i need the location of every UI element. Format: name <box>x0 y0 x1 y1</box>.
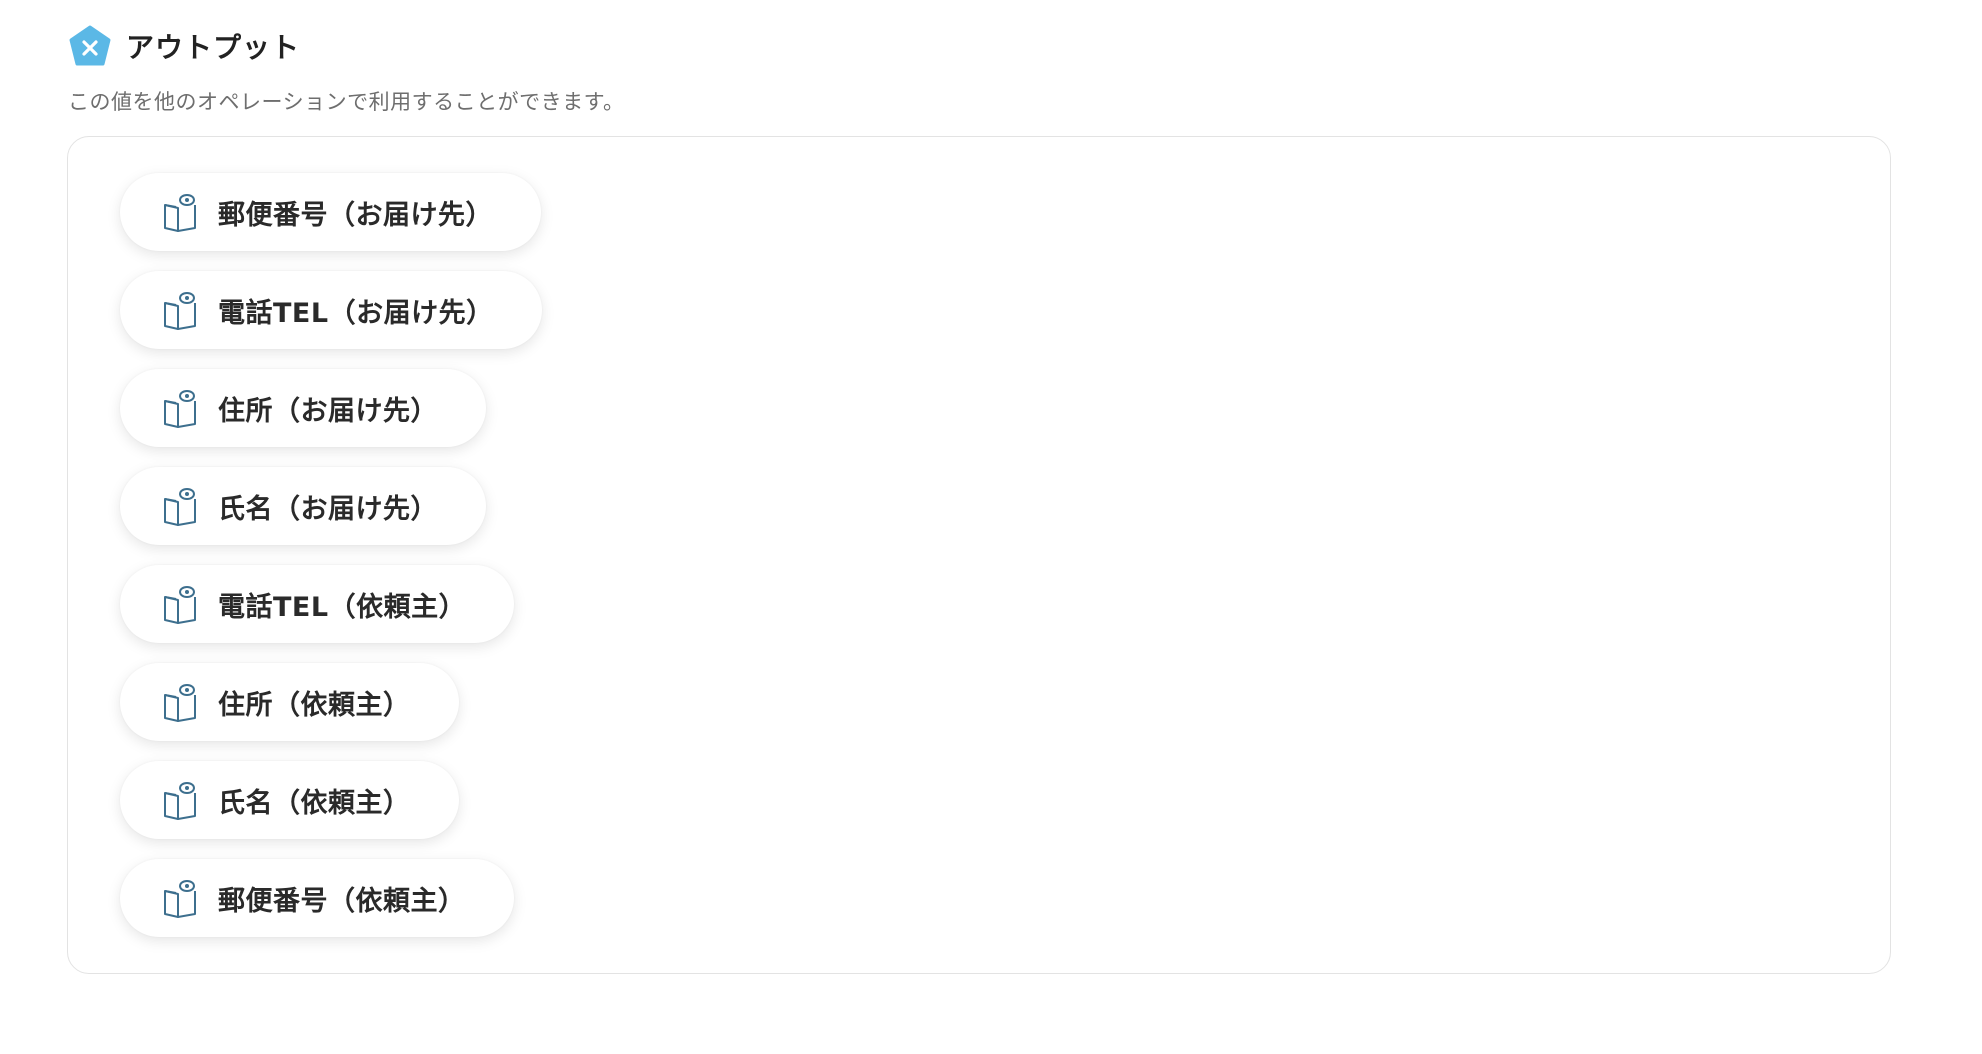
book-eye-icon <box>164 292 196 330</box>
book-eye-icon <box>164 194 196 232</box>
x-pentagon-icon <box>69 25 111 66</box>
output-chip[interactable]: 氏名（お届け先） <box>120 467 486 545</box>
output-description: この値を他のオペレーションで利用することができます。 <box>68 90 625 114</box>
output-chip-label: 住所（依頼主） <box>218 689 411 721</box>
output-list: 郵便番号（お届け先） 電話TEL（お届け先） 住所（お届け先） 氏名（お届け先）… <box>120 173 542 957</box>
output-chip[interactable]: 氏名（依頼主） <box>120 761 459 839</box>
output-chip-label: 氏名（お届け先） <box>218 493 438 525</box>
book-eye-icon <box>164 684 196 722</box>
output-chip-label: 電話TEL（依頼主） <box>218 591 467 623</box>
output-header: アウトプット <box>68 24 300 68</box>
output-chip[interactable]: 郵便番号（お届け先） <box>120 173 541 251</box>
book-eye-icon <box>164 390 196 428</box>
book-eye-icon <box>164 880 196 918</box>
output-chip-label: 電話TEL（お届け先） <box>218 297 494 329</box>
output-chip[interactable]: 郵便番号（依頼主） <box>120 859 514 937</box>
output-chip-label: 郵便番号（お届け先） <box>218 199 493 231</box>
output-chip-label: 郵便番号（依頼主） <box>218 885 466 917</box>
output-list-panel: 郵便番号（お届け先） 電話TEL（お届け先） 住所（お届け先） 氏名（お届け先）… <box>67 136 1891 974</box>
output-chip-label: 氏名（依頼主） <box>218 787 411 819</box>
output-chip[interactable]: 電話TEL（依頼主） <box>120 565 515 643</box>
page-title: アウトプット <box>126 31 301 64</box>
book-eye-icon <box>164 586 196 624</box>
output-chip-label: 住所（お届け先） <box>218 395 438 427</box>
output-chip[interactable]: 住所（お届け先） <box>120 369 486 447</box>
output-chip[interactable]: 住所（依頼主） <box>120 663 459 741</box>
book-eye-icon <box>164 488 196 526</box>
output-chip[interactable]: 電話TEL（お届け先） <box>120 271 542 349</box>
book-eye-icon <box>164 782 196 820</box>
